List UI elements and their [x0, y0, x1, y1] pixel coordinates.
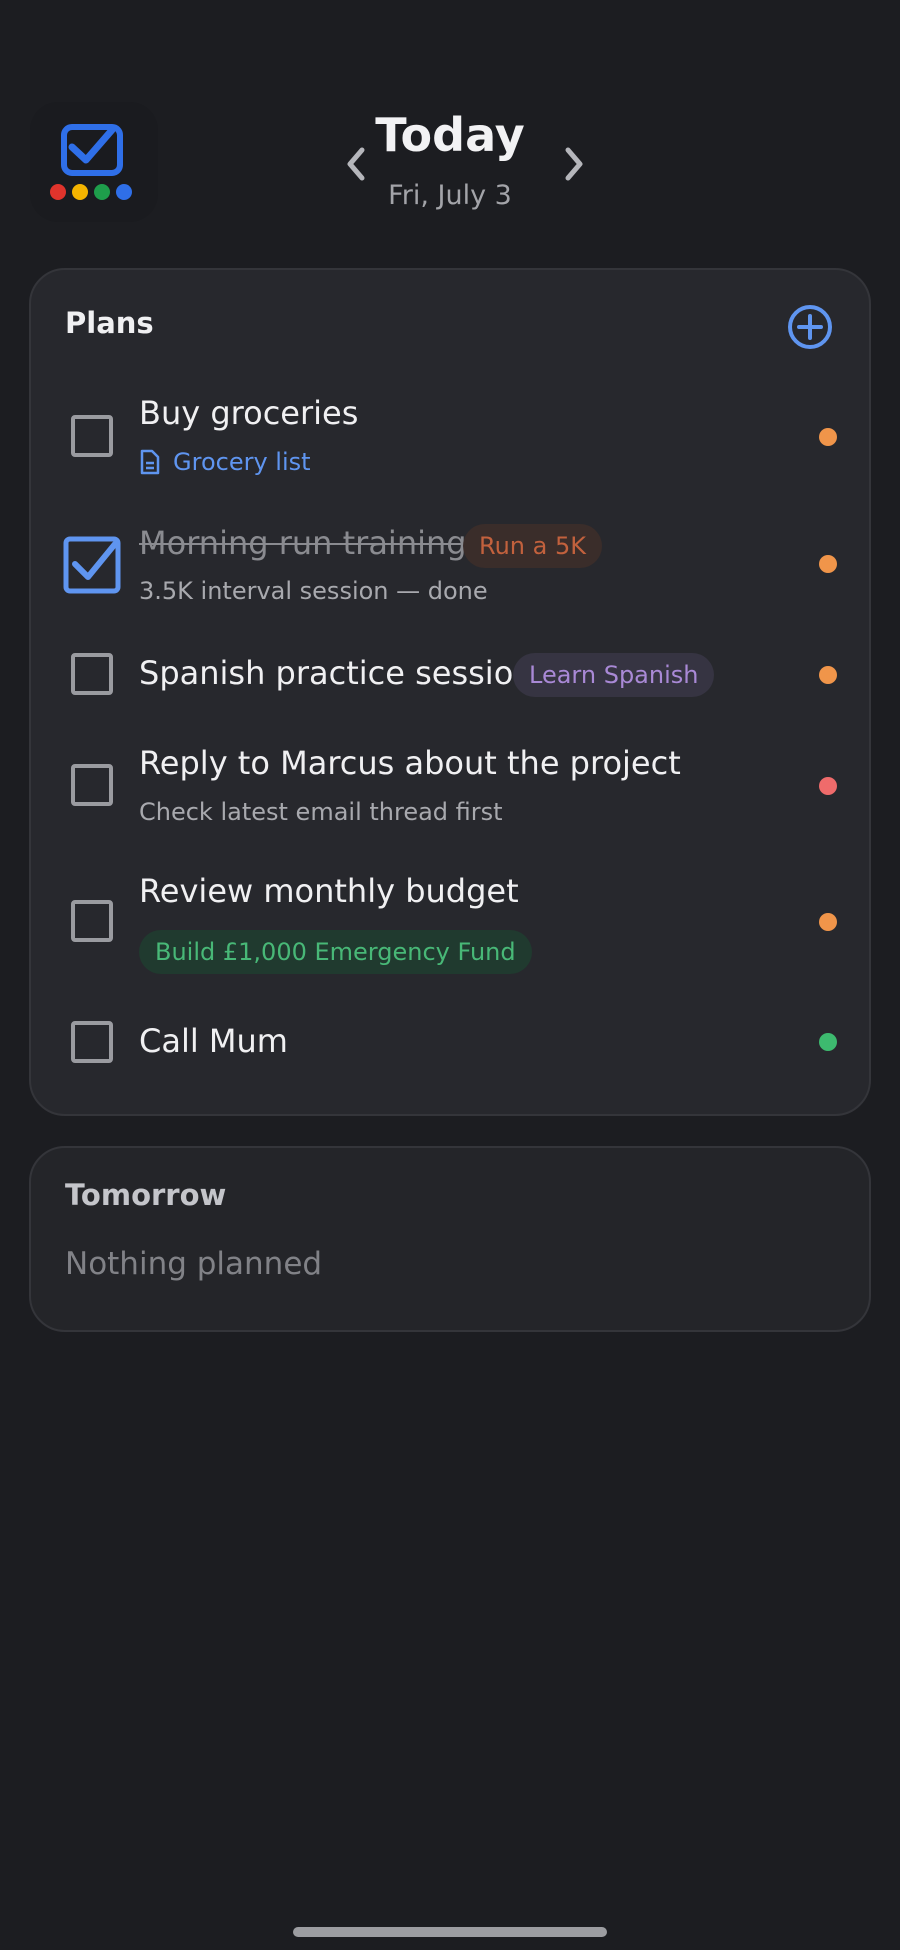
- task-checkbox[interactable]: [71, 764, 113, 806]
- task-title: Spanish practice session: [139, 654, 534, 692]
- priority-dot: [819, 428, 837, 446]
- priority-dot: [819, 777, 837, 795]
- page-title: Today: [375, 108, 525, 162]
- priority-dot: [819, 1033, 837, 1051]
- priority-dot: [819, 666, 837, 684]
- empty-state-text: Nothing planned: [65, 1246, 323, 1282]
- goal-tag[interactable]: Build £1,000 Emergency Fund: [139, 930, 532, 974]
- plus-circle-icon: [788, 305, 832, 349]
- priority-dot: [819, 913, 837, 931]
- tomorrow-heading: Tomorrow: [65, 1178, 227, 1212]
- tomorrow-card: Tomorrow Nothing planned: [29, 1146, 871, 1332]
- home-indicator[interactable]: [293, 1927, 607, 1937]
- task-subtitle: Check latest email thread first: [139, 798, 503, 826]
- task-title: Call Mum: [139, 1022, 288, 1060]
- task-checkbox-checked[interactable]: [63, 536, 121, 594]
- task-title: Morning run training: [139, 524, 467, 562]
- goal-tag[interactable]: Run a 5K: [463, 524, 602, 568]
- document-icon: [140, 449, 160, 475]
- task-title: Review monthly budget: [139, 872, 519, 910]
- task-title: Buy groceries: [139, 394, 359, 432]
- task-checkbox[interactable]: [71, 900, 113, 942]
- page-date: Fri, July 3: [388, 180, 512, 211]
- checkbox-checked-icon: [63, 536, 121, 594]
- screen: Today Fri, July 3 Plans Buy groceries Gr…: [0, 0, 900, 1950]
- task-subtitle: 3.5K interval session — done: [139, 577, 488, 605]
- plans-card: Plans Buy groceries Grocery list Morning…: [29, 268, 871, 1116]
- add-plan-button[interactable]: [787, 304, 833, 350]
- task-checkbox[interactable]: [71, 1021, 113, 1063]
- priority-dot: [819, 555, 837, 573]
- grocery-list-link[interactable]: Grocery list: [139, 448, 311, 476]
- link-label: Grocery list: [173, 448, 311, 476]
- task-checkbox[interactable]: [71, 653, 113, 695]
- task-title: Reply to Marcus about the project: [139, 744, 681, 782]
- goal-tag[interactable]: Learn Spanish: [513, 653, 715, 697]
- plans-heading: Plans: [65, 306, 154, 340]
- task-checkbox[interactable]: [71, 415, 113, 457]
